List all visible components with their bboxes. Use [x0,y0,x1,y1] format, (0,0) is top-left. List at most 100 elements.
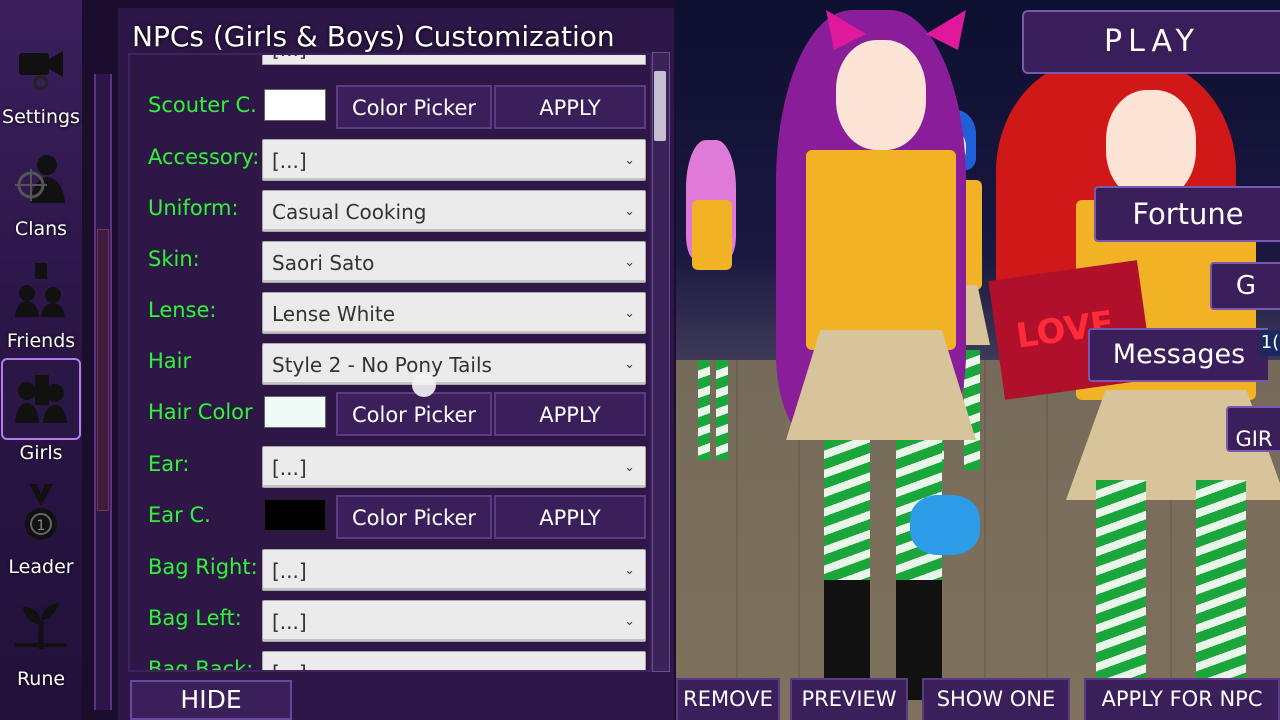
hair-select[interactable]: Style 2 - No Pony Tails ⌄ [262,343,646,385]
bag-left-value: [...] [272,610,307,634]
chevron-down-icon: ⌄ [624,306,635,321]
remove-button[interactable]: REMOVE [676,678,780,720]
g-button[interactable]: G [1210,262,1280,310]
ear-color-label: Ear C. [148,503,211,527]
ear-value: [...] [272,456,307,480]
partial-select[interactable]: [...] [262,55,646,65]
chevron-down-icon: ⌄ [624,255,635,270]
row-uniform: Uniform: Casual Cooking ⌄ [130,190,650,238]
hair-value: Style 2 - No Pony Tails [272,353,492,377]
form-scroll-thumb[interactable] [654,71,666,141]
nav-item-girls[interactable]: Girls [0,358,82,464]
rune-plant-icon [3,588,79,666]
ear-color-picker-button[interactable]: Color Picker [336,495,492,539]
play-button[interactable]: PLAY [1022,10,1280,74]
touch-indicator [412,373,436,397]
camera-gear-icon [3,26,79,104]
bag-back-label: Bag Back: [148,657,254,672]
hide-button[interactable]: HIDE [130,680,292,720]
scouter-color-picker-button[interactable]: Color Picker [336,85,492,129]
girls-side-button[interactable]: GIR [1226,406,1280,452]
lense-value: Lense White [272,302,396,326]
nav-label-girls: Girls [19,442,63,464]
nav-label-friends: Friends [6,330,76,352]
ear-color-swatch[interactable] [264,499,326,531]
hair-color-swatch[interactable] [264,396,326,428]
customization-panel: NPCs (Girls & Boys) Customization [...] … [118,8,674,720]
nav-scroll-rail[interactable] [94,74,112,710]
nav-label-leader: Leader [8,556,74,578]
bag-back-value: [...] [272,661,307,670]
uniform-value: Casual Cooking [272,200,427,224]
uniform-label: Uniform: [148,196,239,220]
svg-text:1: 1 [37,518,46,534]
fortune-button[interactable]: Fortune [1094,186,1280,242]
chevron-down-icon: ⌄ [624,357,635,372]
messages-button[interactable]: Messages [1088,328,1268,382]
nav-item-friends[interactable]: Friends [0,246,82,352]
nav-item-settings[interactable]: Settings [0,22,82,128]
chevron-down-icon: ⌄ [624,563,635,578]
nav-item-clans[interactable]: Clans [0,134,82,240]
scouter-color-swatch[interactable] [264,89,326,121]
skin-value: Saori Sato [272,251,375,275]
nav-item-rune[interactable]: Rune [0,584,82,690]
chevron-down-icon: ⌄ [624,460,635,475]
bag-right-value: [...] [272,559,307,583]
skin-label: Skin: [148,247,200,271]
accessory-value: [...] [272,149,307,173]
accessory-select[interactable]: [...] ⌄ [262,139,646,181]
preview-button[interactable]: PREVIEW [790,678,908,720]
bag-right-label: Bag Right: [148,555,258,579]
show-one-button[interactable]: SHOW ONE [922,678,1070,720]
row-hair-color: Hair Color Color Picker APPLY [130,392,650,442]
nav-label-clans: Clans [14,218,68,240]
row-bag-left: Bag Left: [...] ⌄ [130,600,650,648]
crosshair-person-icon [3,138,79,216]
medal-icon: 1 [3,476,79,554]
chevron-down-icon: ⌄ [624,652,635,670]
apply-for-npc-button[interactable]: APPLY FOR NPC [1084,678,1280,720]
hair-label: Hair [148,349,192,373]
row-accessory: Accessory: [...] ⌄ [130,139,650,187]
lense-select[interactable]: Lense White ⌄ [262,292,646,334]
customization-form: [...] Scouter C. Color Picker APPLY Acce… [128,53,652,672]
row-bag-right: Bag Right: [...] ⌄ [130,549,650,597]
row-scouter-color: Scouter C. Color Picker APPLY [130,85,650,135]
uniform-select[interactable]: Casual Cooking ⌄ [262,190,646,232]
lense-label: Lense: [148,298,217,322]
bag-right-select[interactable]: [...] ⌄ [262,549,646,591]
left-nav: Settings Clans Friends Girls 1 Leader Ru… [0,0,82,720]
ear-select[interactable]: [...] ⌄ [262,446,646,488]
nav-item-leader[interactable]: 1 Leader [0,472,82,578]
hair-color-picker-button[interactable]: Color Picker [336,392,492,436]
nav-scroll-knob[interactable] [97,229,109,511]
bag-back-select[interactable]: [...] ⌄ [262,651,646,670]
messages-badge: 1( [1260,330,1280,356]
bag-left-select[interactable]: [...] ⌄ [262,600,646,642]
form-scrollbar[interactable] [652,52,670,672]
nav-label-settings: Settings [2,106,80,128]
chevron-down-icon: ⌄ [624,153,635,168]
ear-color-apply-button[interactable]: APPLY [494,495,646,539]
nav-label-rune: Rune [16,668,66,690]
row-ear: Ear: [...] ⌄ [130,446,650,494]
accessory-label: Accessory: [148,145,260,169]
bag-left-label: Bag Left: [148,606,242,630]
chevron-down-icon: ⌄ [624,204,635,219]
girls-group-icon [1,358,81,440]
row-lense: Lense: Lense White ⌄ [130,292,650,340]
scouter-color-label: Scouter C. [148,93,257,117]
ear-label: Ear: [148,452,190,476]
row-ear-color: Ear C. Color Picker APPLY [130,495,650,545]
friends-lock-icon [3,250,79,328]
chevron-down-icon: ⌄ [624,614,635,629]
scouter-apply-button[interactable]: APPLY [494,85,646,129]
blue-item [910,495,980,555]
hair-color-apply-button[interactable]: APPLY [494,392,646,436]
hair-color-label: Hair Color [148,400,253,424]
row-hair: Hair Style 2 - No Pony Tails ⌄ [130,343,650,391]
row-skin: Skin: Saori Sato ⌄ [130,241,650,289]
row-bag-back: Bag Back: [...] ⌄ [130,651,650,672]
skin-select[interactable]: Saori Sato ⌄ [262,241,646,283]
